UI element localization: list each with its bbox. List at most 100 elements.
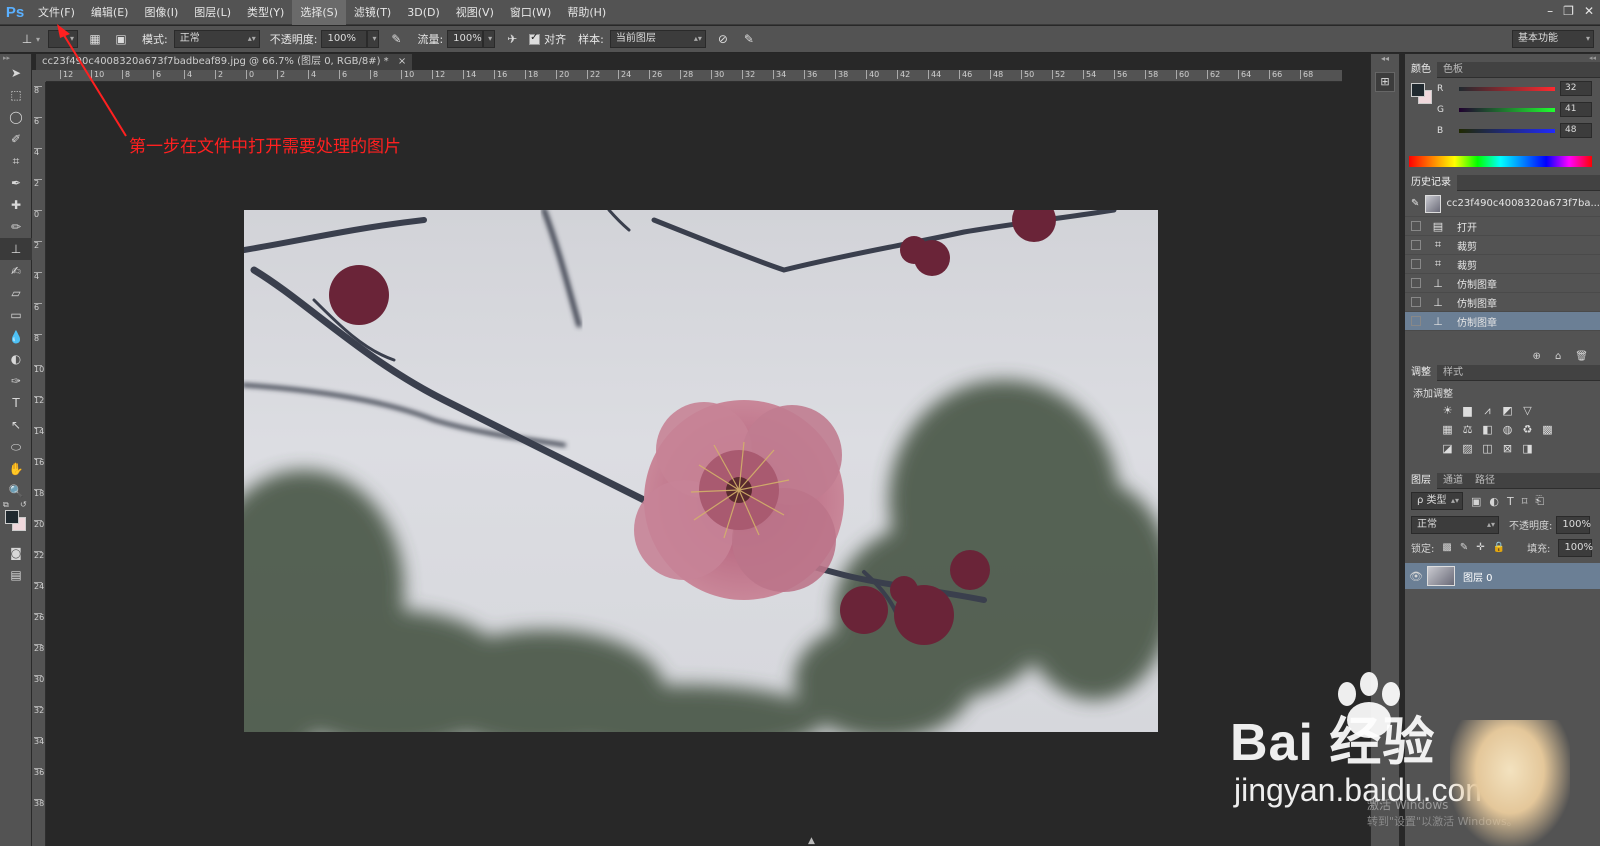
history-checkbox[interactable]	[1411, 240, 1421, 250]
color-lookup-icon[interactable]: ▩	[1540, 423, 1555, 439]
lock-all-icon[interactable]: 🔒	[1493, 542, 1505, 553]
blue-value[interactable]: 48	[1560, 123, 1592, 138]
stamp-icon: ⊥	[1433, 314, 1443, 328]
hue-sat-icon[interactable]: ▦	[1440, 423, 1455, 439]
layer-row[interactable]: 👁 图层 0	[1405, 563, 1600, 589]
green-slider[interactable]: G 41	[1405, 99, 1600, 120]
history-item[interactable]: ⌗ 裁剪	[1405, 236, 1600, 255]
red-label: R	[1437, 83, 1444, 94]
history-checkbox[interactable]	[1411, 297, 1421, 307]
history-checkbox[interactable]	[1411, 259, 1421, 269]
photo-filter-icon[interactable]: ◍	[1500, 423, 1515, 439]
history-item[interactable]: ▤ 打开	[1405, 217, 1600, 236]
exposure-icon[interactable]: ◩	[1500, 404, 1515, 420]
adjust-panel-tabs: 调整 样式	[1405, 364, 1600, 381]
anime-character-decoration	[1450, 720, 1570, 846]
history-item-label: 仿制图章	[1457, 298, 1497, 310]
color-balance-icon[interactable]: ⚖	[1460, 423, 1475, 439]
crop-icon: ⌗	[1434, 238, 1442, 251]
layer-blend-select[interactable]: 正常 ▴▾	[1411, 515, 1499, 534]
posterize-icon[interactable]: ▨	[1460, 442, 1475, 458]
history-panel-tabs: 历史记录	[1405, 174, 1600, 191]
red-track[interactable]	[1459, 86, 1555, 91]
adjust-panel: 添加调整 ☀ ▆ ⩘ ◩ ▽ · ▦ ⚖ ◧ ◍ ♻ ▩ ◪ ▨ ◫ ⊠ ◨	[1405, 381, 1600, 473]
vibrance-icon[interactable]: ▽	[1520, 404, 1535, 420]
blue-label: B	[1437, 125, 1444, 136]
curves-icon[interactable]: ⩘	[1480, 404, 1495, 420]
invert-icon[interactable]: ◪	[1440, 442, 1455, 458]
tab-adjustments[interactable]: 调整	[1405, 364, 1437, 381]
new-document-icon[interactable]: ⊕	[1533, 351, 1541, 362]
red-slider[interactable]: R 32	[1405, 78, 1600, 99]
history-checkbox[interactable]	[1411, 278, 1421, 288]
layer-opacity-input[interactable]: 100%	[1556, 515, 1591, 534]
tab-history[interactable]: 历史记录	[1405, 174, 1457, 191]
filter-smart-icon[interactable]: ⎗	[1535, 494, 1544, 508]
history-panel: ✎ cc23f490c4008320a673f7ba... ▤ 打开 ⌗ 裁剪 ⌗ 裁…	[1405, 191, 1600, 365]
brightness-icon[interactable]: ☀	[1440, 404, 1455, 420]
history-item[interactable]: ⊥ 仿制图章	[1405, 293, 1600, 312]
history-item[interactable]: ⊥ 仿制图章	[1405, 274, 1600, 293]
green-track[interactable]	[1459, 107, 1555, 112]
open-icon: ▤	[1432, 219, 1444, 233]
history-item[interactable]: ⌗ 裁剪	[1405, 255, 1600, 274]
tab-color[interactable]: 颜色	[1405, 61, 1437, 78]
red-value[interactable]: 32	[1560, 81, 1592, 96]
tab-paths[interactable]: 路径	[1469, 473, 1501, 489]
fill-input[interactable]: 100%	[1558, 538, 1593, 557]
add-adjustment-label: 添加调整	[1413, 389, 1453, 400]
history-item-label: 仿制图章	[1457, 279, 1497, 291]
layer-name: 图层 0	[1463, 572, 1493, 584]
filter-pixel-icon[interactable]: ▣	[1471, 495, 1481, 508]
blue-track[interactable]	[1459, 128, 1555, 133]
adjustment-icons: ☀ ▆ ⩘ ◩ ▽ · ▦ ⚖ ◧ ◍ ♻ ▩ ◪ ▨ ◫ ⊠ ◨	[1440, 404, 1570, 458]
snapshot-brush-icon: ✎	[1411, 198, 1420, 209]
filter-type-icon[interactable]: T	[1507, 495, 1514, 508]
lock-transparency-icon[interactable]: ▩	[1442, 542, 1451, 553]
foreground-color[interactable]	[5, 510, 19, 524]
trash-icon[interactable]: 🗑	[1575, 351, 1588, 362]
annotation-text: 第一步在文件中打开需要处理的图片	[129, 137, 401, 157]
layer-thumbnail	[1427, 566, 1455, 586]
layers-lock-row: 锁定: ▩ ✎ ✛ 🔒 填充: 100%	[1405, 536, 1600, 559]
history-snapshot[interactable]: ✎ cc23f490c4008320a673f7ba...	[1405, 191, 1600, 217]
lock-image-icon[interactable]: ✎	[1460, 542, 1468, 553]
windows-activate-title: 激活 Windows	[1367, 798, 1449, 812]
levels-icon[interactable]: ▆	[1460, 404, 1475, 420]
layers-panel: ρ 类型 ▴▾ ▣ ◐ T ⌑ ⎗ 正常 ▴▾ 不透明度: 100% 锁定: ▩ ✎…	[1405, 489, 1600, 589]
threshold-icon[interactable]: ◫	[1480, 442, 1495, 458]
color-fg-swatch[interactable]	[1411, 83, 1425, 97]
tab-swatches[interactable]: 色板	[1437, 62, 1469, 78]
scroll-indicator-icon[interactable]: ▲	[808, 836, 815, 846]
tab-layers[interactable]: 图层	[1405, 472, 1437, 489]
color-panel-tabs: 颜色 色板	[1405, 61, 1600, 78]
history-checkbox[interactable]	[1411, 221, 1421, 231]
layers-panel-tabs: 图层 通道 路径	[1405, 472, 1600, 489]
history-item-label: 裁剪	[1457, 241, 1477, 253]
black-white-icon[interactable]: ◧	[1480, 423, 1495, 439]
dock-collapse-icon[interactable]: ◂◂	[1371, 54, 1399, 64]
history-dock-icon[interactable]: ⊞	[1375, 72, 1395, 92]
filter-shape-icon[interactable]: ⌑	[1522, 495, 1528, 508]
color-spectrum[interactable]	[1409, 156, 1592, 167]
tab-styles[interactable]: 样式	[1437, 365, 1469, 381]
baidu-watermark: Bai 经验	[1230, 714, 1436, 772]
green-value[interactable]: 41	[1560, 102, 1592, 117]
gradient-map-icon[interactable]: ⊠	[1500, 442, 1515, 458]
history-checkbox[interactable]	[1411, 316, 1421, 326]
eye-icon[interactable]: 👁	[1405, 570, 1427, 583]
channel-mixer-icon[interactable]: ♻	[1520, 423, 1535, 439]
lock-position-icon[interactable]: ✛	[1476, 542, 1484, 553]
snapshot-camera-icon[interactable]: ⌂	[1555, 351, 1561, 362]
history-footer: ⊕ ⌂ 🗑	[1405, 331, 1600, 365]
layer-filter-select[interactable]: ρ 类型 ▴▾	[1411, 492, 1463, 510]
history-item-selected[interactable]: ⊥ 仿制图章	[1405, 312, 1600, 331]
lock-label: 锁定:	[1411, 544, 1435, 555]
layers-filter-row: ρ 类型 ▴▾ ▣ ◐ T ⌑ ⎗	[1405, 489, 1600, 513]
layers-blend-row: 正常 ▴▾ 不透明度: 100%	[1405, 513, 1600, 536]
tab-channels[interactable]: 通道	[1437, 473, 1469, 489]
blue-slider[interactable]: B 48	[1405, 120, 1600, 141]
selective-color-icon[interactable]: ◨	[1520, 442, 1535, 458]
crop-icon: ⌗	[1434, 257, 1442, 270]
filter-adjust-icon[interactable]: ◐	[1489, 495, 1499, 508]
